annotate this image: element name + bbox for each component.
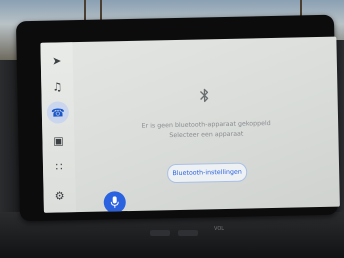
bluetooth-empty-state: Er is geen bluetooth-apparaat gekoppeld …: [72, 37, 340, 212]
app-rail: ➤ ♫ ☎ ▣ ∷ ⚙: [40, 42, 76, 213]
car-icon[interactable]: ▣: [50, 132, 66, 148]
tree-trunk: [84, 0, 86, 22]
settings-gear-icon[interactable]: ⚙: [51, 187, 67, 203]
music-icon[interactable]: ♫: [49, 78, 65, 94]
navigation-icon[interactable]: ➤: [49, 52, 65, 68]
display-bezel: ➤ ♫ ☎ ▣ ∷ ⚙ Er is geen bluetooth-apparaa…: [15, 14, 340, 222]
infotainment-screen: ➤ ♫ ☎ ▣ ∷ ⚙ Er is geen bluetooth-apparaa…: [40, 36, 340, 213]
console-button[interactable]: [178, 230, 198, 236]
volume-label: VOL: [214, 226, 225, 232]
select-device-message: Selecteer een apparaat: [169, 130, 244, 140]
bluetooth-icon: [195, 85, 213, 105]
apps-grid-icon[interactable]: ∷: [51, 158, 67, 174]
bluetooth-settings-button[interactable]: Bluetooth-instellingen: [166, 162, 248, 184]
phone-icon[interactable]: ☎: [46, 101, 70, 124]
console-button[interactable]: [150, 230, 170, 236]
